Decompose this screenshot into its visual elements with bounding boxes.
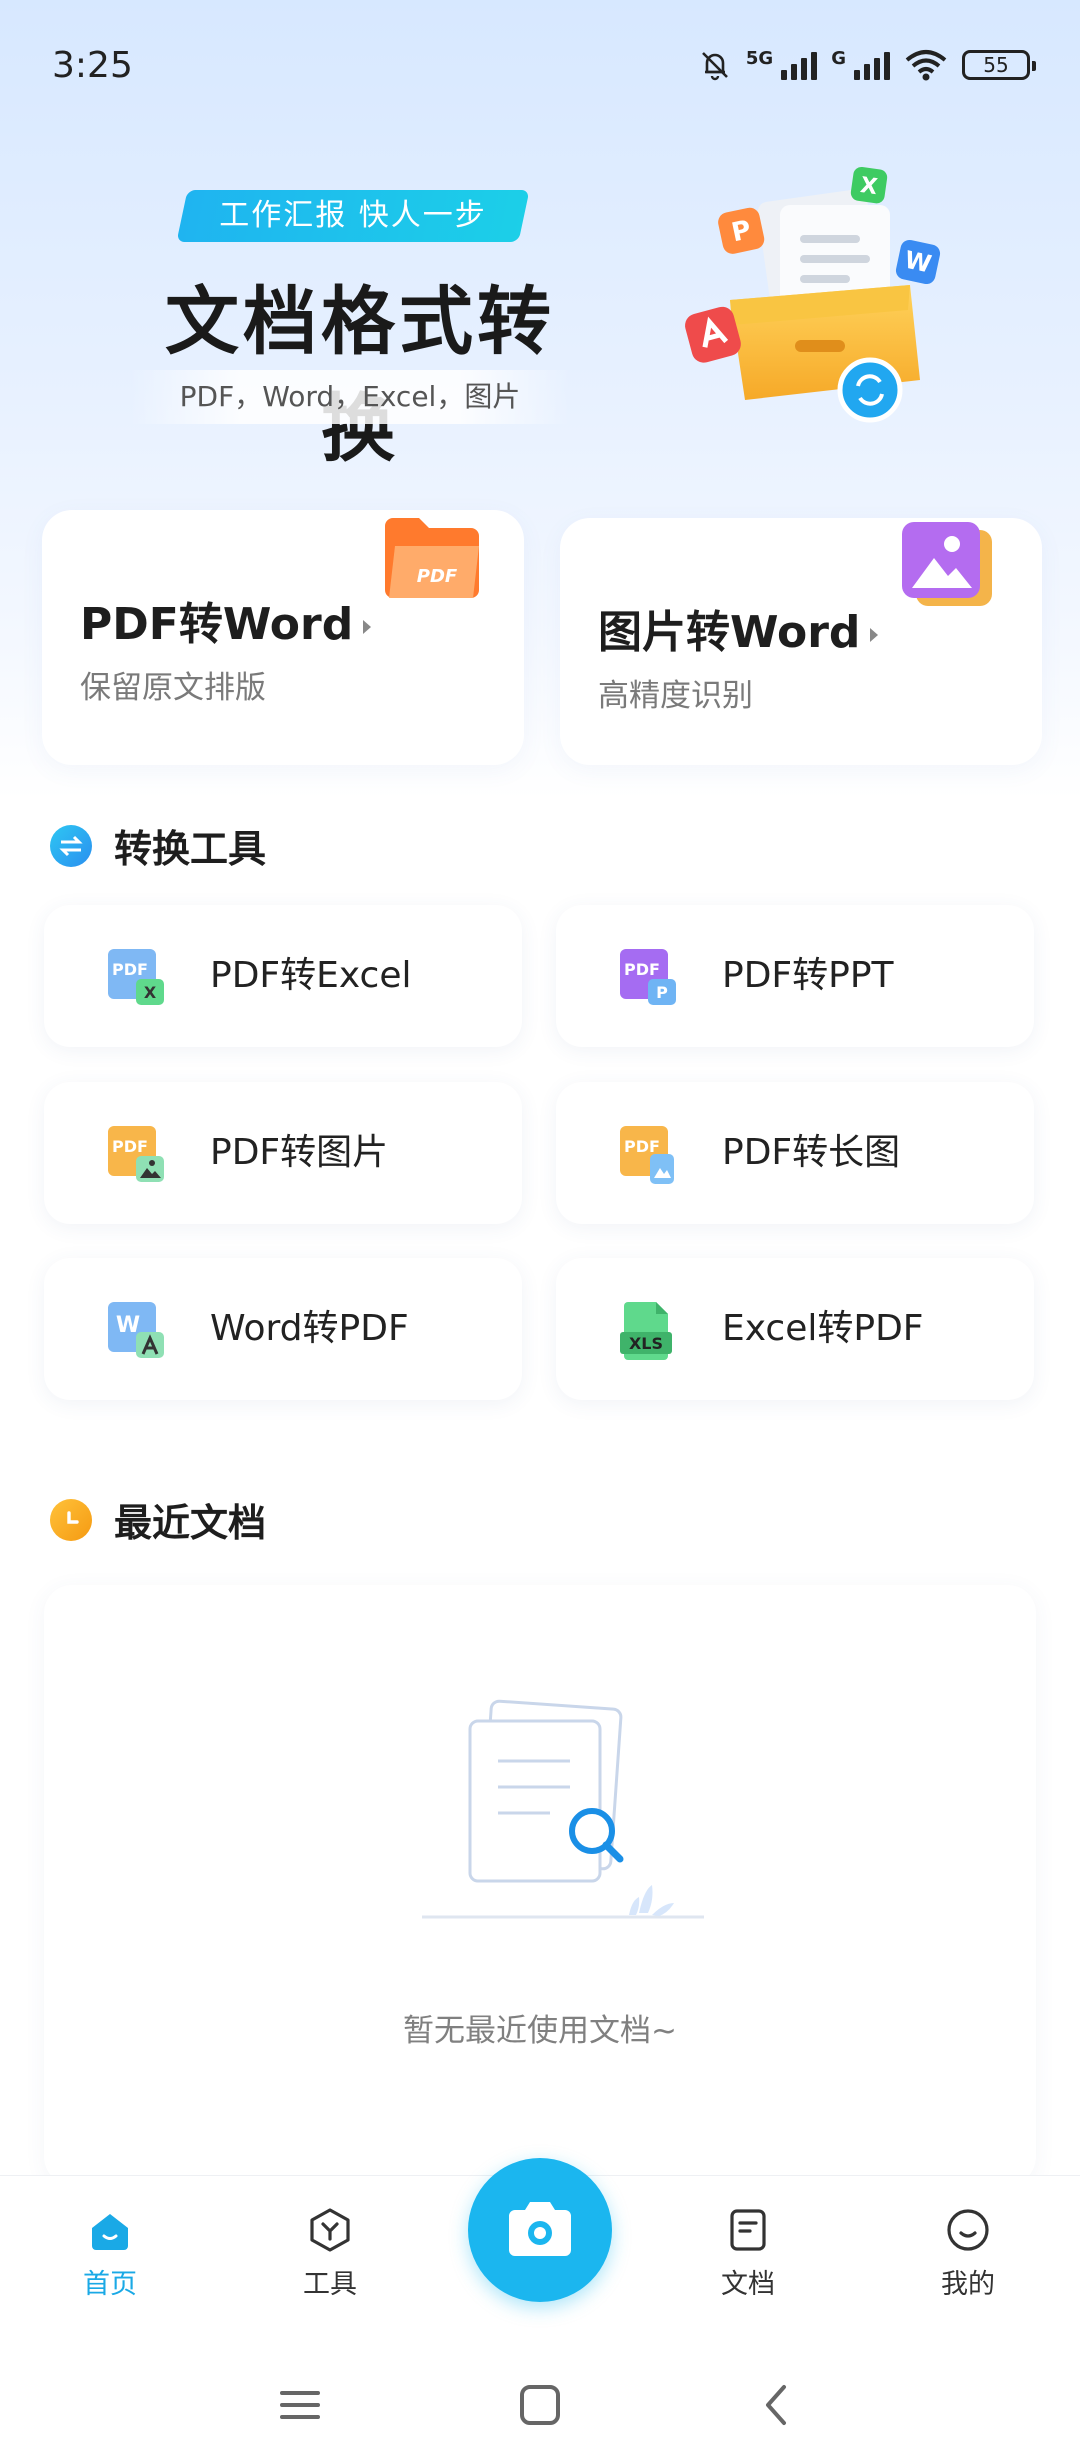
card-title-text: PDF转Word — [80, 599, 354, 650]
empty-state-text: 暂无最近使用文档~ — [403, 2013, 677, 2049]
tool-pdf-to-image[interactable]: PDF PDF转图片 — [44, 1082, 522, 1224]
tool-pdf-to-excel[interactable]: PDF X PDF转Excel — [44, 905, 522, 1047]
tools-icon — [310, 2208, 350, 2252]
word-to-pdf-icon: W — [108, 1302, 164, 1358]
card-desc: 保留原文排版 — [80, 670, 266, 706]
image-to-word-card[interactable]: 图片转Word 高精度识别 — [560, 518, 1042, 765]
svg-text:PDF: PDF — [112, 960, 148, 979]
svg-text:PDF: PDF — [624, 1137, 660, 1156]
pdf-to-image-icon: PDF — [108, 1126, 164, 1182]
status-bar: 3:25 5G G 55 — [0, 0, 1080, 130]
nav-profile[interactable]: 我的 — [908, 2206, 1028, 2301]
camera-icon — [509, 2202, 571, 2256]
nav-tools[interactable]: 工具 — [270, 2206, 390, 2301]
excel-to-pdf-icon: XLS — [620, 1302, 672, 1360]
tool-pdf-to-ppt[interactable]: PDF P PDF转PPT — [556, 905, 1034, 1047]
svg-text:XLS: XLS — [629, 1334, 663, 1353]
recent-section-header: 最近文档 — [50, 1492, 266, 1547]
art-label-x: X — [859, 173, 879, 200]
pdf-to-word-card[interactable]: PDF转Word 保留原文排版 PDF — [42, 510, 524, 765]
tools-section-header: 转换工具 — [50, 818, 266, 873]
card-title: 图片转Word — [598, 596, 879, 660]
image-stack-icon — [902, 522, 992, 606]
network-5g-label: 5G — [745, 48, 774, 69]
menu-icon[interactable] — [270, 2375, 330, 2435]
tool-label: PDF转长图 — [722, 1132, 901, 1173]
chevron-right-icon — [363, 620, 372, 634]
hero-tag-text: 工作汇报 快人一步 — [219, 198, 487, 233]
card-title-text: 图片转Word — [598, 607, 861, 658]
status-time: 3:25 — [52, 44, 133, 86]
back-icon[interactable] — [748, 2375, 808, 2435]
svg-text:W: W — [116, 1313, 140, 1338]
nav-documents[interactable]: 文档 — [688, 2206, 808, 2301]
pdf-to-long-image-icon: PDF — [620, 1126, 674, 1184]
convert-icon — [50, 824, 92, 867]
section-title: 转换工具 — [114, 827, 267, 871]
tool-label: PDF转图片 — [210, 1132, 389, 1173]
home-square-icon[interactable] — [510, 2375, 570, 2435]
document-icon — [730, 2209, 766, 2251]
nav-label: 工具 — [303, 2269, 357, 2300]
tool-label: Excel转PDF — [722, 1308, 924, 1349]
nav-label: 首页 — [83, 2269, 137, 2300]
svg-text:X: X — [144, 983, 157, 1002]
recent-documents-panel: 暂无最近使用文档~ — [44, 1585, 1036, 2185]
home-icon — [92, 2214, 128, 2250]
card-title: PDF转Word — [80, 588, 372, 652]
section-title: 最近文档 — [114, 1501, 267, 1545]
nav-home[interactable]: 首页 — [50, 2206, 170, 2301]
card-desc: 高精度识别 — [598, 678, 753, 714]
profile-icon — [947, 2209, 989, 2251]
battery-icon: 55 — [962, 50, 1036, 80]
signal-icon-2 — [854, 50, 890, 80]
signal-icon — [781, 50, 818, 80]
status-icons: 5G G 55 — [698, 48, 1036, 82]
tool-label: PDF转Excel — [210, 955, 412, 996]
folder-pdf-text: PDF — [417, 566, 458, 587]
svg-text:P: P — [656, 983, 668, 1002]
svg-text:PDF: PDF — [112, 1137, 148, 1156]
folder-pdf-icon: PDF — [385, 518, 479, 598]
file-box-illustration-icon: P X W — [685, 166, 941, 423]
chevron-right-icon — [870, 628, 879, 642]
hero-tag: 工作汇报 快人一步 — [176, 190, 530, 242]
tool-pdf-to-long-image[interactable]: PDF PDF转长图 — [556, 1082, 1034, 1224]
svg-text:PDF: PDF — [624, 960, 660, 979]
tool-label: PDF转PPT — [722, 955, 894, 996]
wifi-icon — [905, 50, 947, 81]
nav-label: 我的 — [941, 2269, 995, 2300]
tool-word-to-pdf[interactable]: W Word转PDF — [44, 1258, 522, 1400]
clock-icon — [50, 1498, 92, 1541]
tool-label: Word转PDF — [210, 1308, 409, 1349]
hero-subtitle: PDF，Word，Excel，图片 — [130, 370, 570, 424]
nav-label: 文档 — [721, 2269, 775, 2300]
mute-bell-icon — [701, 52, 728, 81]
empty-document-search-icon — [422, 1699, 704, 1919]
hero-title: 文档格式转换 — [165, 279, 555, 472]
system-navigation-bar — [0, 2350, 1080, 2460]
network-g-label: G — [831, 48, 846, 69]
pdf-to-ppt-icon: PDF P — [620, 949, 676, 1005]
camera-scan-button[interactable] — [468, 2158, 612, 2302]
battery-level: 55 — [983, 53, 1009, 77]
tool-excel-to-pdf[interactable]: XLS Excel转PDF — [556, 1258, 1034, 1400]
pdf-to-excel-icon: PDF X — [108, 949, 164, 1005]
